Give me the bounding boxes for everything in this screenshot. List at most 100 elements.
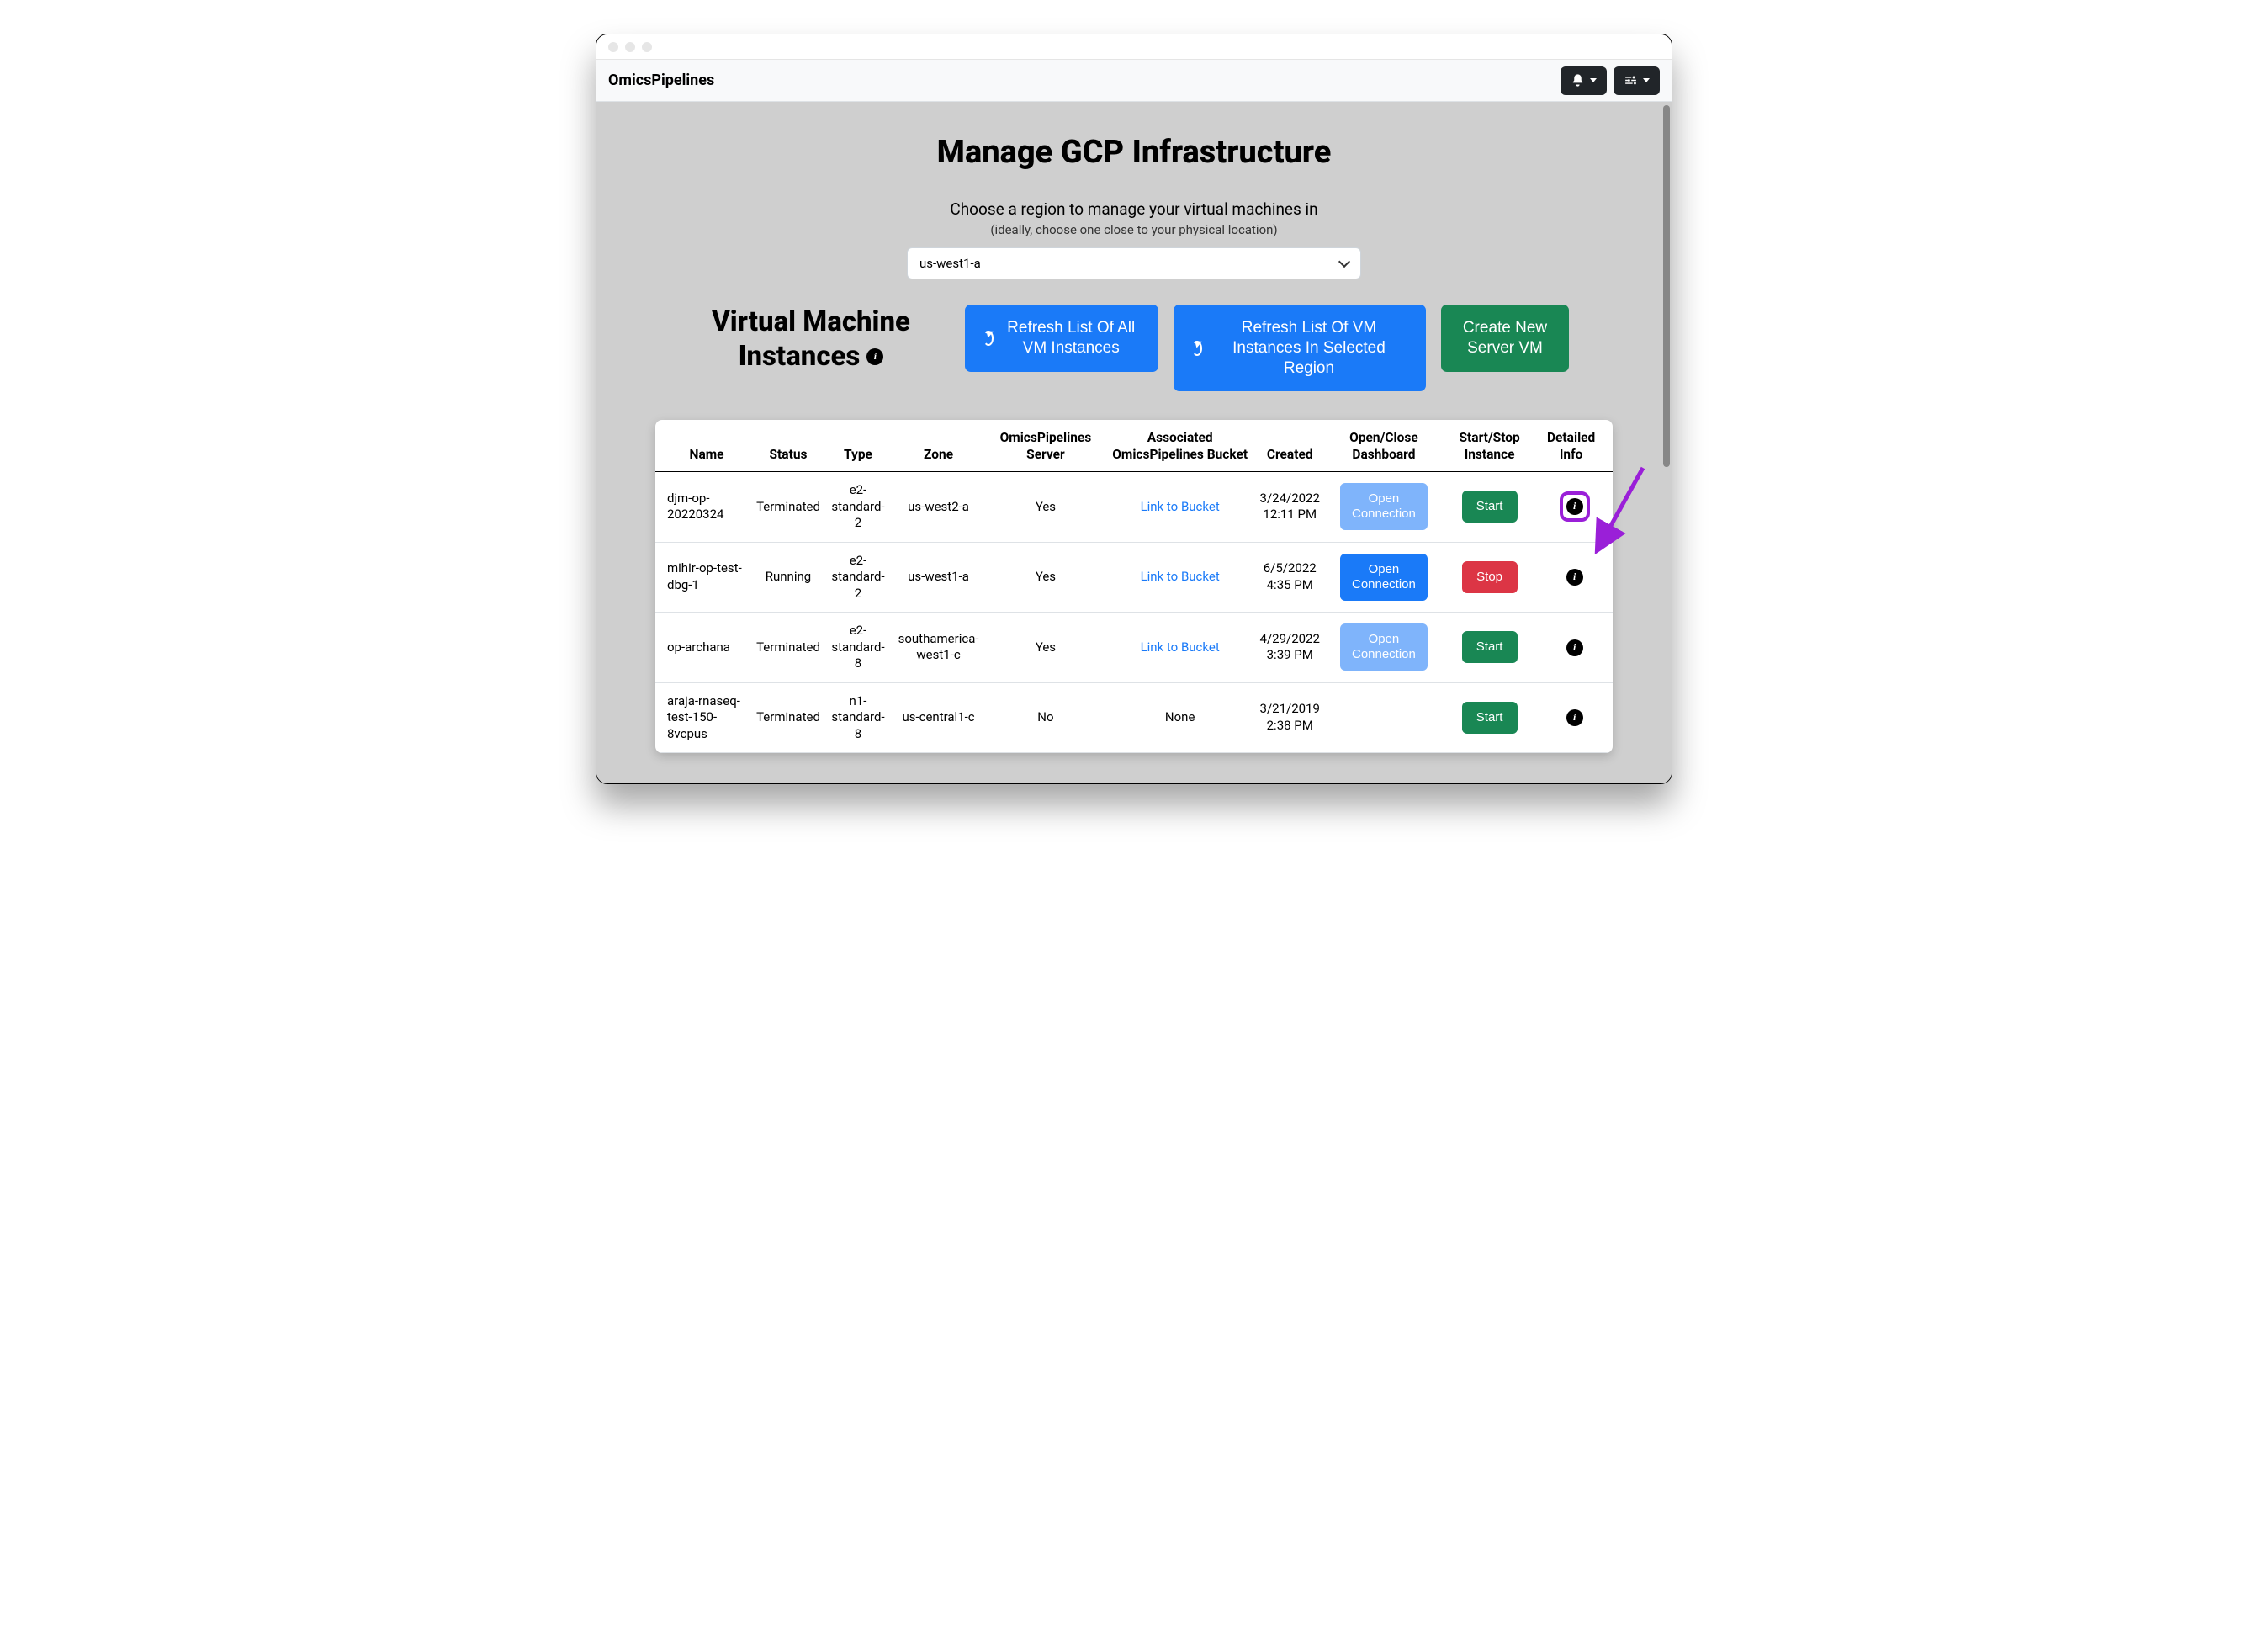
section-heading-line1: Virtual Machine: [712, 305, 910, 339]
bell-icon: [1571, 73, 1585, 88]
vm-table-card: Name Status Type Zone OmicsPipelines Ser…: [655, 420, 1613, 753]
table-row: araja-rnaseq-test-150-8vcpusTerminatedn1…: [655, 682, 1613, 753]
create-vm-button[interactable]: Create New Server VM: [1441, 305, 1569, 372]
cell-name: mihir-op-test-dbg-1: [655, 542, 751, 613]
caret-down-icon: [1643, 78, 1650, 82]
cell-status: Terminated: [751, 682, 825, 753]
cell-dashboard: OpenConnection: [1325, 542, 1443, 613]
refresh-icon: [1192, 341, 1202, 356]
cell-info: i: [1536, 613, 1613, 683]
table-row: mihir-op-test-dbg-1Runninge2-standard-2u…: [655, 542, 1613, 613]
info-icon[interactable]: i: [1566, 569, 1583, 586]
cell-server: Yes: [986, 472, 1105, 543]
bucket-link[interactable]: Link to Bucket: [1141, 639, 1220, 655]
col-info: Detailed Info: [1536, 420, 1613, 471]
cell-type: n1-standard-8: [825, 682, 891, 753]
cell-info: i: [1536, 472, 1613, 543]
cell-info: i: [1536, 682, 1613, 753]
app-bar: OmicsPipelines: [596, 60, 1672, 102]
cell-type: e2-standard-2: [825, 542, 891, 613]
refresh-all-label: Refresh List Of All VM Instances: [1002, 318, 1140, 358]
start-button[interactable]: Start: [1462, 631, 1518, 663]
cell-status: Terminated: [751, 472, 825, 543]
cell-bucket: Link to Bucket: [1105, 472, 1255, 543]
notifications-button[interactable]: [1561, 66, 1607, 95]
window-minimize-dot[interactable]: [625, 42, 635, 52]
cell-dashboard: [1325, 682, 1443, 753]
cell-startstop: Start: [1443, 613, 1536, 683]
col-status: Status: [751, 420, 825, 471]
cell-server: Yes: [986, 542, 1105, 613]
brand-title: OmicsPipelines: [608, 72, 714, 89]
info-icon[interactable]: i: [1566, 639, 1583, 656]
vertical-scrollbar[interactable]: [1663, 105, 1670, 467]
cell-startstop: Start: [1443, 472, 1536, 543]
cell-created: 3/24/202212:11 PM: [1255, 472, 1325, 543]
stop-button[interactable]: Stop: [1462, 561, 1518, 593]
app-window: OmicsPipelines Manage GCP Infrastructure…: [596, 34, 1672, 784]
cell-name: araja-rnaseq-test-150-8vcpus: [655, 682, 751, 753]
info-icon[interactable]: i: [1566, 498, 1583, 515]
table-row: djm-op-20220324Terminatede2-standard-2us…: [655, 472, 1613, 543]
col-created: Created: [1255, 420, 1325, 471]
cell-zone: us-west2-a: [891, 472, 986, 543]
cell-bucket: Link to Bucket: [1105, 613, 1255, 683]
bucket-link[interactable]: Link to Bucket: [1141, 499, 1220, 514]
cell-type: e2-standard-8: [825, 613, 891, 683]
cell-dashboard: OpenConnection: [1325, 472, 1443, 543]
cell-created: 4/29/20223:39 PM: [1255, 613, 1325, 683]
cell-name: djm-op-20220324: [655, 472, 751, 543]
start-button[interactable]: Start: [1462, 491, 1518, 523]
cell-zone: us-central1-c: [891, 682, 986, 753]
create-vm-label: Create New Server VM: [1460, 318, 1550, 358]
cell-info: i: [1536, 542, 1613, 613]
cell-created: 6/5/20224:35 PM: [1255, 542, 1325, 613]
cell-type: e2-standard-2: [825, 472, 891, 543]
col-type: Type: [825, 420, 891, 471]
bucket-link[interactable]: Link to Bucket: [1141, 569, 1220, 584]
sliders-icon: [1624, 73, 1638, 88]
info-icon[interactable]: i: [866, 348, 883, 365]
open-connection-button[interactable]: OpenConnection: [1340, 483, 1428, 530]
cell-status: Running: [751, 542, 825, 613]
cell-name: op-archana: [655, 613, 751, 683]
cell-dashboard: OpenConnection: [1325, 613, 1443, 683]
page-title: Manage GCP Infrastructure: [596, 102, 1672, 171]
col-name: Name: [655, 420, 751, 471]
main-viewport: Manage GCP Infrastructure Choose a regio…: [596, 102, 1672, 783]
settings-button[interactable]: [1614, 66, 1660, 95]
open-connection-button[interactable]: OpenConnection: [1340, 554, 1428, 601]
open-connection-button[interactable]: OpenConnection: [1340, 623, 1428, 671]
region-help-text: Choose a region to manage your virtual m…: [596, 199, 1672, 219]
window-zoom-dot[interactable]: [642, 42, 652, 52]
refresh-icon: [983, 331, 994, 346]
table-row: op-archanaTerminatede2-standard-8southam…: [655, 613, 1613, 683]
section-heading: Virtual Machine Instances i: [672, 305, 950, 374]
col-bucket: Associated OmicsPipelines Bucket: [1105, 420, 1255, 471]
col-zone: Zone: [891, 420, 986, 471]
cell-created: 3/21/20192:38 PM: [1255, 682, 1325, 753]
col-server: OmicsPipelines Server: [986, 420, 1105, 471]
start-button[interactable]: Start: [1462, 702, 1518, 734]
refresh-region-button[interactable]: Refresh List Of VM Instances In Selected…: [1174, 305, 1426, 391]
chevron-down-icon: [1338, 256, 1350, 268]
refresh-region-label: Refresh List Of VM Instances In Selected…: [1211, 318, 1407, 378]
region-help-subtext: (ideally, choose one close to your physi…: [596, 222, 1672, 237]
cell-bucket: None: [1105, 682, 1255, 753]
scrollbar-thumb[interactable]: [1663, 105, 1670, 467]
caret-down-icon: [1590, 78, 1597, 82]
cell-zone: southamerica-west1-c: [891, 613, 986, 683]
cell-zone: us-west1-a: [891, 542, 986, 613]
refresh-all-button[interactable]: Refresh List Of All VM Instances: [965, 305, 1158, 372]
col-dashboard: Open/Close Dashboard: [1325, 420, 1443, 471]
region-select-value: us-west1-a: [919, 256, 981, 271]
region-select[interactable]: us-west1-a: [907, 247, 1361, 279]
window-close-dot[interactable]: [608, 42, 618, 52]
info-icon[interactable]: i: [1566, 709, 1583, 726]
vm-table: Name Status Type Zone OmicsPipelines Ser…: [655, 420, 1613, 753]
col-startstop: Start/Stop Instance: [1443, 420, 1536, 471]
cell-startstop: Start: [1443, 682, 1536, 753]
cell-server: No: [986, 682, 1105, 753]
cell-server: Yes: [986, 613, 1105, 683]
window-titlebar: [596, 34, 1672, 60]
